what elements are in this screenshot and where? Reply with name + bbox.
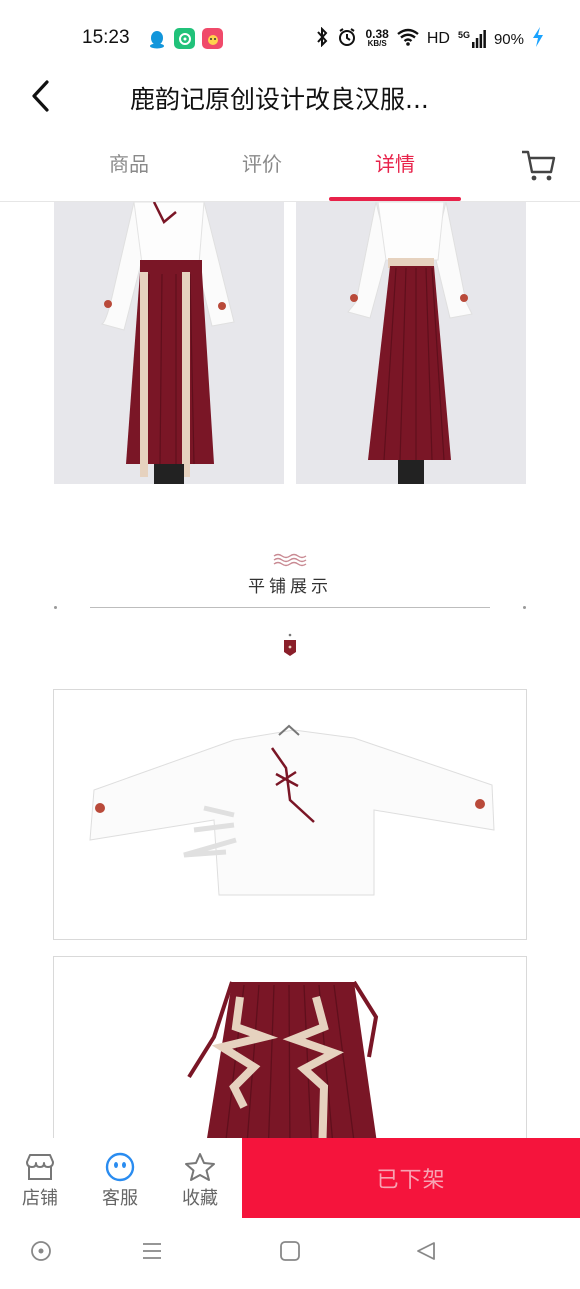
model-front-photo <box>54 202 284 484</box>
off-shelf-label: 已下架 <box>376 1168 446 1193</box>
back-button[interactable] <box>22 78 58 114</box>
signal-icon: 5G <box>458 30 486 48</box>
active-tab-indicator <box>329 197 461 201</box>
section-divider <box>90 607 490 608</box>
model-back-photo <box>296 202 526 484</box>
bluetooth-icon <box>315 26 329 52</box>
status-bar: 15:23 0.38 KB/S HD 5G 90% <box>0 0 580 72</box>
customer-service-button[interactable]: 客服 <box>90 1152 150 1210</box>
store-label: 店铺 <box>22 1188 58 1209</box>
page-title: 鹿韵记原创设计改良汉服... <box>130 85 429 114</box>
star-icon <box>185 1153 215 1181</box>
tab-details[interactable]: 详情 <box>329 148 461 177</box>
detail-content[interactable]: 平铺展示 <box>0 202 580 1138</box>
service-face-icon <box>105 1152 135 1182</box>
system-nav-bar <box>0 1218 580 1289</box>
status-time: 15:23 <box>82 27 130 48</box>
signal-label: 5G <box>457 30 470 40</box>
tab-bar: 商品 评价 详情 <box>0 130 580 202</box>
net-speed-value: 0.38 <box>365 27 389 41</box>
network-label: HD <box>426 30 450 47</box>
flat-top-photo <box>53 689 527 940</box>
status-right: 0.38 KB/S HD 5G 90% <box>315 26 544 52</box>
flat-skirt-photo <box>53 956 527 1138</box>
game-app-icon <box>202 28 223 49</box>
store-button[interactable]: 店铺 <box>10 1152 70 1210</box>
service-label: 客服 <box>102 1188 138 1209</box>
battery-level: 90% <box>493 30 524 48</box>
menu-icon[interactable] <box>141 1240 163 1262</box>
bottom-action-bar: 店铺 客服 收藏 已下架 <box>0 1138 580 1218</box>
store-icon <box>26 1154 54 1180</box>
qq-icon <box>146 28 167 49</box>
charging-icon <box>532 26 544 52</box>
tab-reviews[interactable]: 评价 <box>196 148 328 177</box>
wechat-like-icon <box>174 28 195 49</box>
bookmark-tag-icon <box>284 633 296 656</box>
header: 鹿韵记原创设计改良汉服... <box>0 72 580 128</box>
off-shelf-button[interactable]: 已下架 <box>242 1138 580 1218</box>
cart-button[interactable] <box>520 148 560 184</box>
favorite-button[interactable]: 收藏 <box>170 1152 230 1210</box>
chevron-left-icon <box>32 80 49 112</box>
section-title: 平铺展示 <box>248 577 332 597</box>
back-triangle-icon[interactable] <box>415 1240 437 1262</box>
wave-ornament-icon <box>273 553 307 567</box>
wifi-icon <box>397 28 419 51</box>
net-speed-unit: KB/S <box>367 39 387 48</box>
cart-icon <box>522 150 556 181</box>
tab-product[interactable]: 商品 <box>63 148 195 177</box>
assistant-dot-icon[interactable] <box>30 1240 52 1262</box>
alarm-icon <box>337 27 357 52</box>
home-square-icon[interactable] <box>279 1240 301 1262</box>
divider-dot-left <box>54 606 57 609</box>
favorite-label: 收藏 <box>182 1188 218 1209</box>
net-speed: 0.38 KB/S <box>365 27 389 49</box>
divider-dot-right <box>523 606 526 609</box>
